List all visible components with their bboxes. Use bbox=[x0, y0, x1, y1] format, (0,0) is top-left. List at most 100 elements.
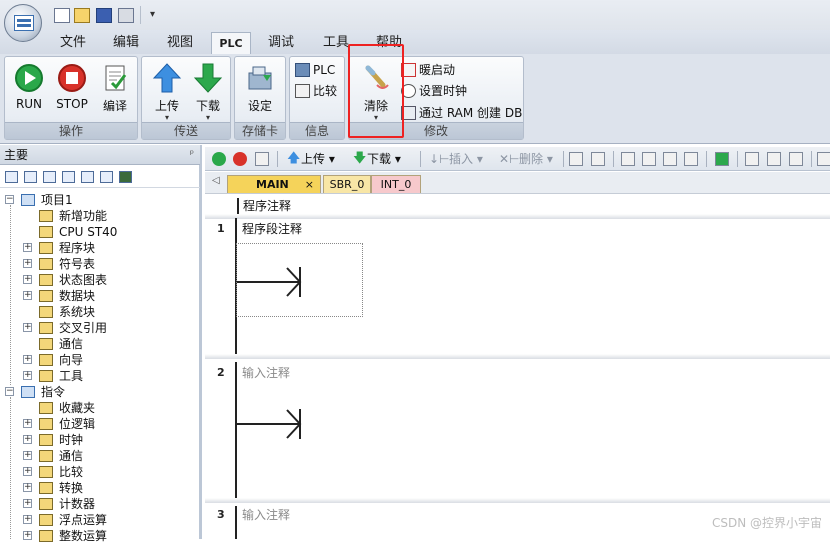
program-comment[interactable]: 程序注释 bbox=[237, 198, 417, 214]
download-button[interactable]: 下载 ▾ bbox=[188, 63, 228, 122]
tab-debug[interactable]: 调试 bbox=[263, 33, 299, 53]
editor-tab-main[interactable]: MAIN × bbox=[227, 175, 321, 193]
tree-expander-icon[interactable]: + bbox=[23, 499, 32, 508]
insert-icon: ↓⊢ bbox=[429, 152, 450, 166]
tree-expander-icon[interactable]: + bbox=[23, 515, 32, 524]
goto-icon[interactable] bbox=[715, 152, 729, 166]
compile-small-icon[interactable] bbox=[255, 152, 269, 166]
more-icon[interactable] bbox=[817, 152, 830, 166]
insert-button[interactable]: ↓⊢ 插入 ▾ bbox=[429, 151, 483, 167]
customize-qa-icon[interactable]: ▾ bbox=[150, 9, 155, 20]
tree-connector bbox=[10, 205, 11, 385]
network-separator bbox=[205, 214, 830, 219]
block-icon[interactable] bbox=[43, 171, 56, 183]
editor-tab-sbr0[interactable]: SBR_0 bbox=[323, 175, 371, 193]
unlock-icon[interactable] bbox=[767, 152, 781, 166]
editor-tab-int0[interactable]: INT_0 bbox=[371, 175, 421, 193]
status-icon[interactable] bbox=[100, 171, 113, 183]
power-rail bbox=[235, 362, 237, 498]
compile-button[interactable]: 编译 bbox=[95, 63, 135, 117]
tree-expander-icon[interactable]: + bbox=[23, 371, 32, 380]
upload-dropdown-icon[interactable]: ▾ bbox=[147, 114, 187, 122]
tree-expander-icon[interactable]: − bbox=[5, 195, 14, 204]
tab-edit[interactable]: 编辑 bbox=[108, 33, 144, 53]
bookmark-icon[interactable] bbox=[569, 152, 583, 166]
list-icon[interactable] bbox=[81, 171, 94, 183]
tree-item-label: 新增功能 bbox=[59, 209, 108, 223]
tree-expander-icon[interactable]: + bbox=[23, 419, 32, 428]
lock-icon[interactable] bbox=[745, 152, 759, 166]
memcard-set-button[interactable]: 设定 bbox=[240, 63, 280, 117]
tree-item-icon bbox=[39, 418, 53, 430]
network-comment[interactable]: 输入注释 bbox=[242, 364, 290, 381]
download-small-button[interactable]: 🡇 下载 ▾ bbox=[353, 151, 401, 167]
lock-add-icon[interactable] bbox=[789, 152, 803, 166]
compare-button[interactable]: 比较 bbox=[295, 81, 337, 101]
create-db-button[interactable]: 通过 RAM 创建 DB bbox=[401, 103, 522, 123]
tree-expander-icon[interactable]: + bbox=[23, 275, 32, 284]
network-comment[interactable]: 输入注释 bbox=[242, 506, 290, 523]
power-rail bbox=[235, 506, 237, 539]
network-icon[interactable] bbox=[621, 152, 635, 166]
tree-expander-icon[interactable]: + bbox=[23, 291, 32, 300]
delete-button[interactable]: ✕⊢ 删除 ▾ bbox=[499, 151, 553, 167]
tree-expander-icon[interactable]: + bbox=[23, 259, 32, 268]
compare-icon bbox=[295, 84, 310, 98]
step-back-icon[interactable] bbox=[642, 152, 656, 166]
open-folder-icon[interactable] bbox=[74, 8, 90, 23]
download-dropdown-icon[interactable]: ▾ bbox=[188, 114, 228, 122]
run-small-icon[interactable] bbox=[212, 152, 226, 166]
tree-expander-icon[interactable]: + bbox=[23, 467, 32, 476]
upload-small-icon: 🡅 bbox=[287, 151, 301, 166]
tree-item-icon bbox=[39, 290, 53, 302]
data-icon[interactable] bbox=[62, 171, 75, 183]
warm-start-button[interactable]: 暖启动 bbox=[401, 60, 455, 80]
monitor-icon[interactable] bbox=[119, 171, 132, 183]
table-icon[interactable] bbox=[24, 171, 37, 183]
compile-icon bbox=[100, 63, 130, 93]
tree-expander-icon[interactable]: + bbox=[23, 451, 32, 460]
view-icon[interactable] bbox=[5, 171, 18, 183]
bookmark-next-icon[interactable] bbox=[591, 152, 605, 166]
tree-expander-icon[interactable]: − bbox=[5, 387, 14, 396]
close-network-icon[interactable] bbox=[684, 152, 698, 166]
save-icon[interactable] bbox=[96, 8, 112, 23]
tree-expander-icon[interactable]: + bbox=[23, 483, 32, 492]
network-separator bbox=[205, 498, 830, 503]
application-menu-button[interactable] bbox=[4, 4, 42, 42]
ribbon-group-memcard: 设定 存储卡 bbox=[234, 56, 286, 140]
pin-icon[interactable]: ᵖ bbox=[190, 145, 194, 165]
tree-item-label: 通信 bbox=[59, 337, 84, 351]
tree-item-label: 比较 bbox=[59, 465, 84, 479]
tree-expander-icon[interactable]: + bbox=[23, 323, 32, 332]
network-separator bbox=[205, 354, 830, 359]
tree-item-icon bbox=[39, 482, 53, 494]
print-icon[interactable] bbox=[118, 8, 134, 23]
run-button[interactable]: RUN bbox=[9, 63, 49, 117]
tree-expander-icon[interactable]: + bbox=[23, 355, 32, 364]
stop-button[interactable]: STOP bbox=[52, 63, 92, 117]
tab-view[interactable]: 视图 bbox=[162, 33, 198, 53]
tab-plc[interactable]: PLC bbox=[211, 32, 251, 55]
upload-button[interactable]: 上传 ▾ bbox=[147, 63, 187, 122]
tab-scroll-left-icon[interactable]: ◁ bbox=[212, 175, 220, 186]
tree-expander-icon[interactable]: + bbox=[23, 435, 32, 444]
tree-expander-icon[interactable]: + bbox=[23, 243, 32, 252]
new-file-icon[interactable] bbox=[54, 8, 70, 23]
network-comment[interactable]: 程序段注释 bbox=[242, 220, 302, 237]
ribbon-group-operate: RUN STOP 编译 操作 bbox=[4, 56, 138, 140]
tree-item-label: 符号表 bbox=[59, 257, 96, 271]
network-number: 2 bbox=[217, 366, 225, 379]
plc-info-button[interactable]: PLC bbox=[295, 60, 335, 80]
toolbar-separator bbox=[563, 151, 564, 167]
close-tab-icon[interactable]: × bbox=[305, 176, 314, 193]
tree-item-label: 工具 bbox=[59, 369, 84, 383]
tree-item-label: 交叉引用 bbox=[59, 321, 108, 335]
stop-small-icon[interactable] bbox=[233, 152, 247, 166]
plc-app-icon bbox=[14, 15, 34, 31]
step-forward-icon[interactable] bbox=[663, 152, 677, 166]
watermark: CSDN @控界小宇宙 bbox=[711, 516, 822, 530]
tab-file[interactable]: 文件 bbox=[55, 33, 91, 53]
upload-small-button[interactable]: 🡅 上传 ▾ bbox=[287, 151, 335, 167]
set-clock-button[interactable]: 设置时钟 bbox=[401, 81, 467, 101]
